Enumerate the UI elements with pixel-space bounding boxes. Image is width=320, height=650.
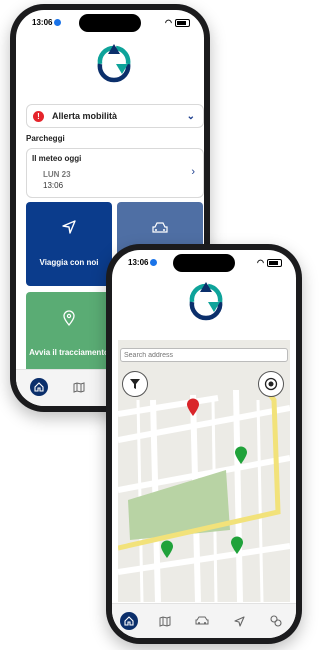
status-time: 13:06 <box>128 258 158 267</box>
tab-home[interactable] <box>30 378 48 396</box>
chevron-right-icon: › <box>191 166 195 178</box>
battery-icon <box>175 18 190 27</box>
filter-icon <box>130 379 140 389</box>
map-marker-parking[interactable] <box>230 536 244 555</box>
weather-title: Il meteo oggi <box>32 154 82 163</box>
tile-label: Avvia il tracciamento <box>29 348 109 357</box>
tab-links[interactable] <box>267 612 285 630</box>
status-icons: ◠ <box>257 258 282 267</box>
app-logo <box>189 282 223 321</box>
parking-section-title: Parcheggi <box>26 134 65 143</box>
map-marker-selected[interactable] <box>186 398 200 417</box>
battery-icon <box>267 258 282 267</box>
status-bar: 13:06 ◠ <box>128 258 282 272</box>
app-logo <box>97 44 131 83</box>
home-icon <box>124 616 134 626</box>
status-bar: 13:06 ◠ <box>32 18 190 32</box>
location-icon <box>150 259 158 266</box>
front-phone-screen: 13:06 ◠ <box>112 250 296 638</box>
navigation-arrow-icon <box>233 615 245 627</box>
tab-navigation[interactable] <box>230 612 248 630</box>
map-icon <box>73 381 85 393</box>
map-view[interactable] <box>118 340 290 602</box>
car-icon <box>195 616 209 625</box>
alert-icon: ! <box>33 110 44 122</box>
alert-label: Allerta mobilità <box>52 111 118 121</box>
search-input[interactable] <box>124 349 282 361</box>
status-icons: ◠ <box>165 18 190 27</box>
home-icon <box>34 382 44 392</box>
target-icon <box>264 377 278 391</box>
weather-time: 13:06 <box>43 181 64 190</box>
car-icon <box>152 222 168 233</box>
navigation-arrow-icon <box>62 220 76 234</box>
tab-car[interactable] <box>193 612 211 630</box>
front-phone: 13:06 ◠ <box>106 244 302 644</box>
tab-home[interactable] <box>120 612 138 630</box>
chevron-down-icon: ⌄ <box>186 110 195 122</box>
wifi-icon: ◠ <box>165 18 172 27</box>
link-icon <box>270 615 282 627</box>
tab-map[interactable] <box>156 612 174 630</box>
weather-card[interactable]: Il meteo oggi LUN 23 13:06 › <box>26 148 204 198</box>
wifi-icon: ◠ <box>257 258 264 267</box>
filter-button[interactable] <box>122 371 148 397</box>
locate-me-button[interactable] <box>258 371 284 397</box>
map-icon <box>159 615 171 627</box>
tile-start-tracking[interactable]: Avvia il tracciamento <box>26 292 112 376</box>
status-time: 13:06 <box>32 18 62 27</box>
weather-day: LUN 23 <box>43 170 71 179</box>
map-marker-parking[interactable] <box>160 540 174 559</box>
map-pin-icon <box>63 310 75 326</box>
tab-map[interactable] <box>70 378 88 396</box>
tile-travel-with-us[interactable]: Viaggia con noi <box>26 202 112 286</box>
bottom-tab-bar <box>112 603 296 638</box>
mobility-alert-dropdown[interactable]: ! Allerta mobilità ⌄ <box>26 104 204 128</box>
location-icon <box>54 19 62 26</box>
search-bar[interactable] <box>120 348 288 362</box>
map-marker-parking[interactable] <box>234 446 248 465</box>
tile-label: Viaggia con noi <box>39 258 99 267</box>
